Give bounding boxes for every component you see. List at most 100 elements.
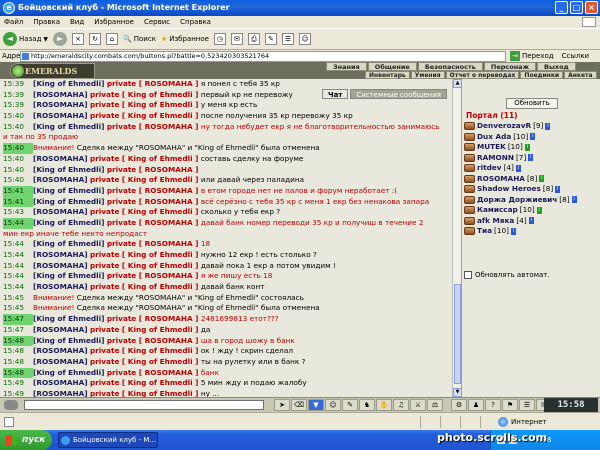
send-button[interactable]: ➤ [274,399,290,411]
private-message-icon[interactable] [464,122,475,131]
sword-button[interactable]: ⚔ [410,399,426,411]
private-message-icon[interactable] [464,227,475,236]
private-recipient[interactable]: private [ ROSOMAHA ] [107,271,199,280]
sender-name[interactable]: [King of Ehmedli] [33,336,104,345]
sender-name[interactable]: [ROSOMAHA] [33,346,88,355]
sender-name[interactable]: [ROSOMAHA] [33,282,88,291]
menu-favorites[interactable]: Избранное [94,16,134,28]
edit-msg-button[interactable]: ✎ [342,399,358,411]
private-recipient[interactable]: private [ King of Ehmedli ] [90,378,199,387]
sender-name[interactable]: [King of Ehmedli] [33,165,104,174]
private-message-icon[interactable] [464,216,475,225]
clan-button[interactable]: ⚑ [502,399,518,411]
private-message-icon[interactable] [464,164,475,173]
private-recipient[interactable]: private [ ROSOMAHA ] [107,239,199,248]
links-button[interactable]: Ссылки [562,50,590,62]
player-name[interactable]: Доржа Доржиевич [477,195,557,206]
edit-button[interactable]: ✎ [264,33,277,45]
player-list-item[interactable]: afk Мяка [4] i [464,216,599,227]
private-recipient[interactable]: private [ King of Ehmedli ] [90,207,199,216]
address-input[interactable]: http://emeraldscity.combats.com/buttons.… [20,50,506,62]
sender-name[interactable]: [ROSOMAHA] [33,261,88,270]
private-recipient[interactable]: private [ King of Ehmedli ] [90,154,199,163]
private-recipient[interactable]: private [ ROSOMAHA ] [107,218,199,227]
sender-name[interactable]: [ROSOMAHA] [33,175,88,184]
player-info-icon[interactable]: i [539,175,545,183]
player-list-item[interactable]: Shadow Heroes [8] i [464,184,599,195]
nav-knowledge[interactable]: Знания [326,62,367,71]
sender-name[interactable]: [ROSOMAHA] [33,389,88,397]
nav-profile[interactable]: Анкета [564,71,597,79]
sender-name[interactable]: [ROSOMAHA] [33,154,88,163]
discuss-button[interactable]: ☰ [281,33,294,45]
private-recipient[interactable]: private [ King of Ehmedli ] [90,100,199,109]
player-list-item[interactable]: ritdev [4] i [464,163,599,174]
nav-security[interactable]: Безопасность [417,62,483,71]
private-recipient[interactable]: private [ ROSOMAHA ] [107,314,199,323]
private-message-icon[interactable] [464,143,475,152]
sender-name[interactable]: [King of Ehmedli] [33,218,104,227]
go-button[interactable]: → Переход [510,50,554,62]
private-recipient[interactable]: private [ King of Ehmedli ] [90,346,199,355]
player-info-icon[interactable]: i [555,185,561,193]
tab-system-messages[interactable]: Системные сообщения [350,89,447,99]
player-list-item[interactable]: RAMONN [7] i [464,153,599,164]
player-info-icon[interactable]: i [530,133,536,141]
home-button[interactable]: ⌂ [106,33,119,45]
player-list-item[interactable]: DenverozavR [9] i [464,121,599,132]
tab-chat[interactable]: Чат [322,89,349,99]
player-info-icon[interactable]: i [571,196,577,204]
sender-name[interactable]: [ROSOMAHA] [33,90,88,99]
sender-name[interactable]: [King of Ehmedli] [33,239,104,248]
private-recipient[interactable]: private [ ROSOMAHA ] [107,197,199,206]
scroll-down-icon[interactable]: ▼ [453,388,461,397]
filter-button[interactable]: ▼ [308,399,324,411]
private-recipient[interactable]: private [ King of Ehmedli ] [90,282,199,291]
sender-name[interactable]: [ROSOMAHA] [33,111,88,120]
chat-mode-icon[interactable] [4,400,18,410]
nav-battles[interactable]: Поединки [520,71,564,79]
player-info-icon[interactable]: i [524,143,530,151]
smile-button[interactable]: ☺ [325,399,341,411]
nav-inventory[interactable]: Инвентарь [365,71,410,79]
mail-button[interactable]: ✉ [230,33,243,45]
private-recipient[interactable]: private [ ROSOMAHA ] [107,79,199,88]
sender-name[interactable]: [King of Ehmedli] [33,197,104,206]
sender-name[interactable]: [King of Ehmedli] [33,122,104,131]
start-button[interactable]: пуск [0,430,52,450]
player-name[interactable]: ritdev [477,163,502,174]
nav-transfers[interactable]: Отчет о переводах [445,71,520,79]
player-name[interactable]: RAMONN [477,153,514,164]
stop-button[interactable]: × [72,33,85,45]
private-recipient[interactable]: private [ ROSOMAHA ] [107,186,199,195]
private-message-icon[interactable] [464,174,475,183]
menu-tools[interactable]: Сервис [144,16,170,28]
sender-name[interactable]: [ROSOMAHA] [33,378,88,387]
player-name[interactable]: Shadow Heroes [477,184,541,195]
clear-button[interactable]: ⌫ [291,399,307,411]
player-list-item[interactable]: ROSOMAHA [8] i [464,174,599,185]
player-info-icon[interactable]: i [545,122,551,130]
player-info-icon[interactable]: i [528,217,534,225]
menu-file[interactable]: Файл [4,16,23,28]
nav-exit[interactable]: Выход [537,62,576,71]
private-message-icon[interactable] [464,195,475,204]
sender-name[interactable]: [King of Ehmedli] [33,79,104,88]
player-info-icon[interactable]: i [528,154,534,162]
sender-name[interactable]: [King of Ehmedli] [33,314,104,323]
private-recipient[interactable]: private [ King of Ehmedli ] [90,250,199,259]
nav-communication[interactable]: Общение [367,62,417,71]
back-button[interactable]: ◄ Назад ▼ [3,32,48,46]
private-message-icon[interactable] [464,185,475,194]
sender-name[interactable]: [ROSOMAHA] [33,207,88,216]
private-recipient[interactable]: private [ ROSOMAHA ] [107,165,199,174]
close-button[interactable]: × [585,1,598,14]
player-name[interactable]: ROSOMAHA [477,174,525,185]
menu-view[interactable]: Вид [70,16,84,28]
taskbar-ie-window[interactable]: Бойцовский клуб - M... [58,432,158,448]
sender-name[interactable]: [ROSOMAHA] [33,357,88,366]
player-name[interactable]: DenverozavR [477,121,531,132]
forward-button[interactable]: ► [53,32,68,46]
sender-name[interactable]: [King of Ehmedli] [33,271,104,280]
private-recipient[interactable]: private [ King of Ehmedli ] [90,111,199,120]
